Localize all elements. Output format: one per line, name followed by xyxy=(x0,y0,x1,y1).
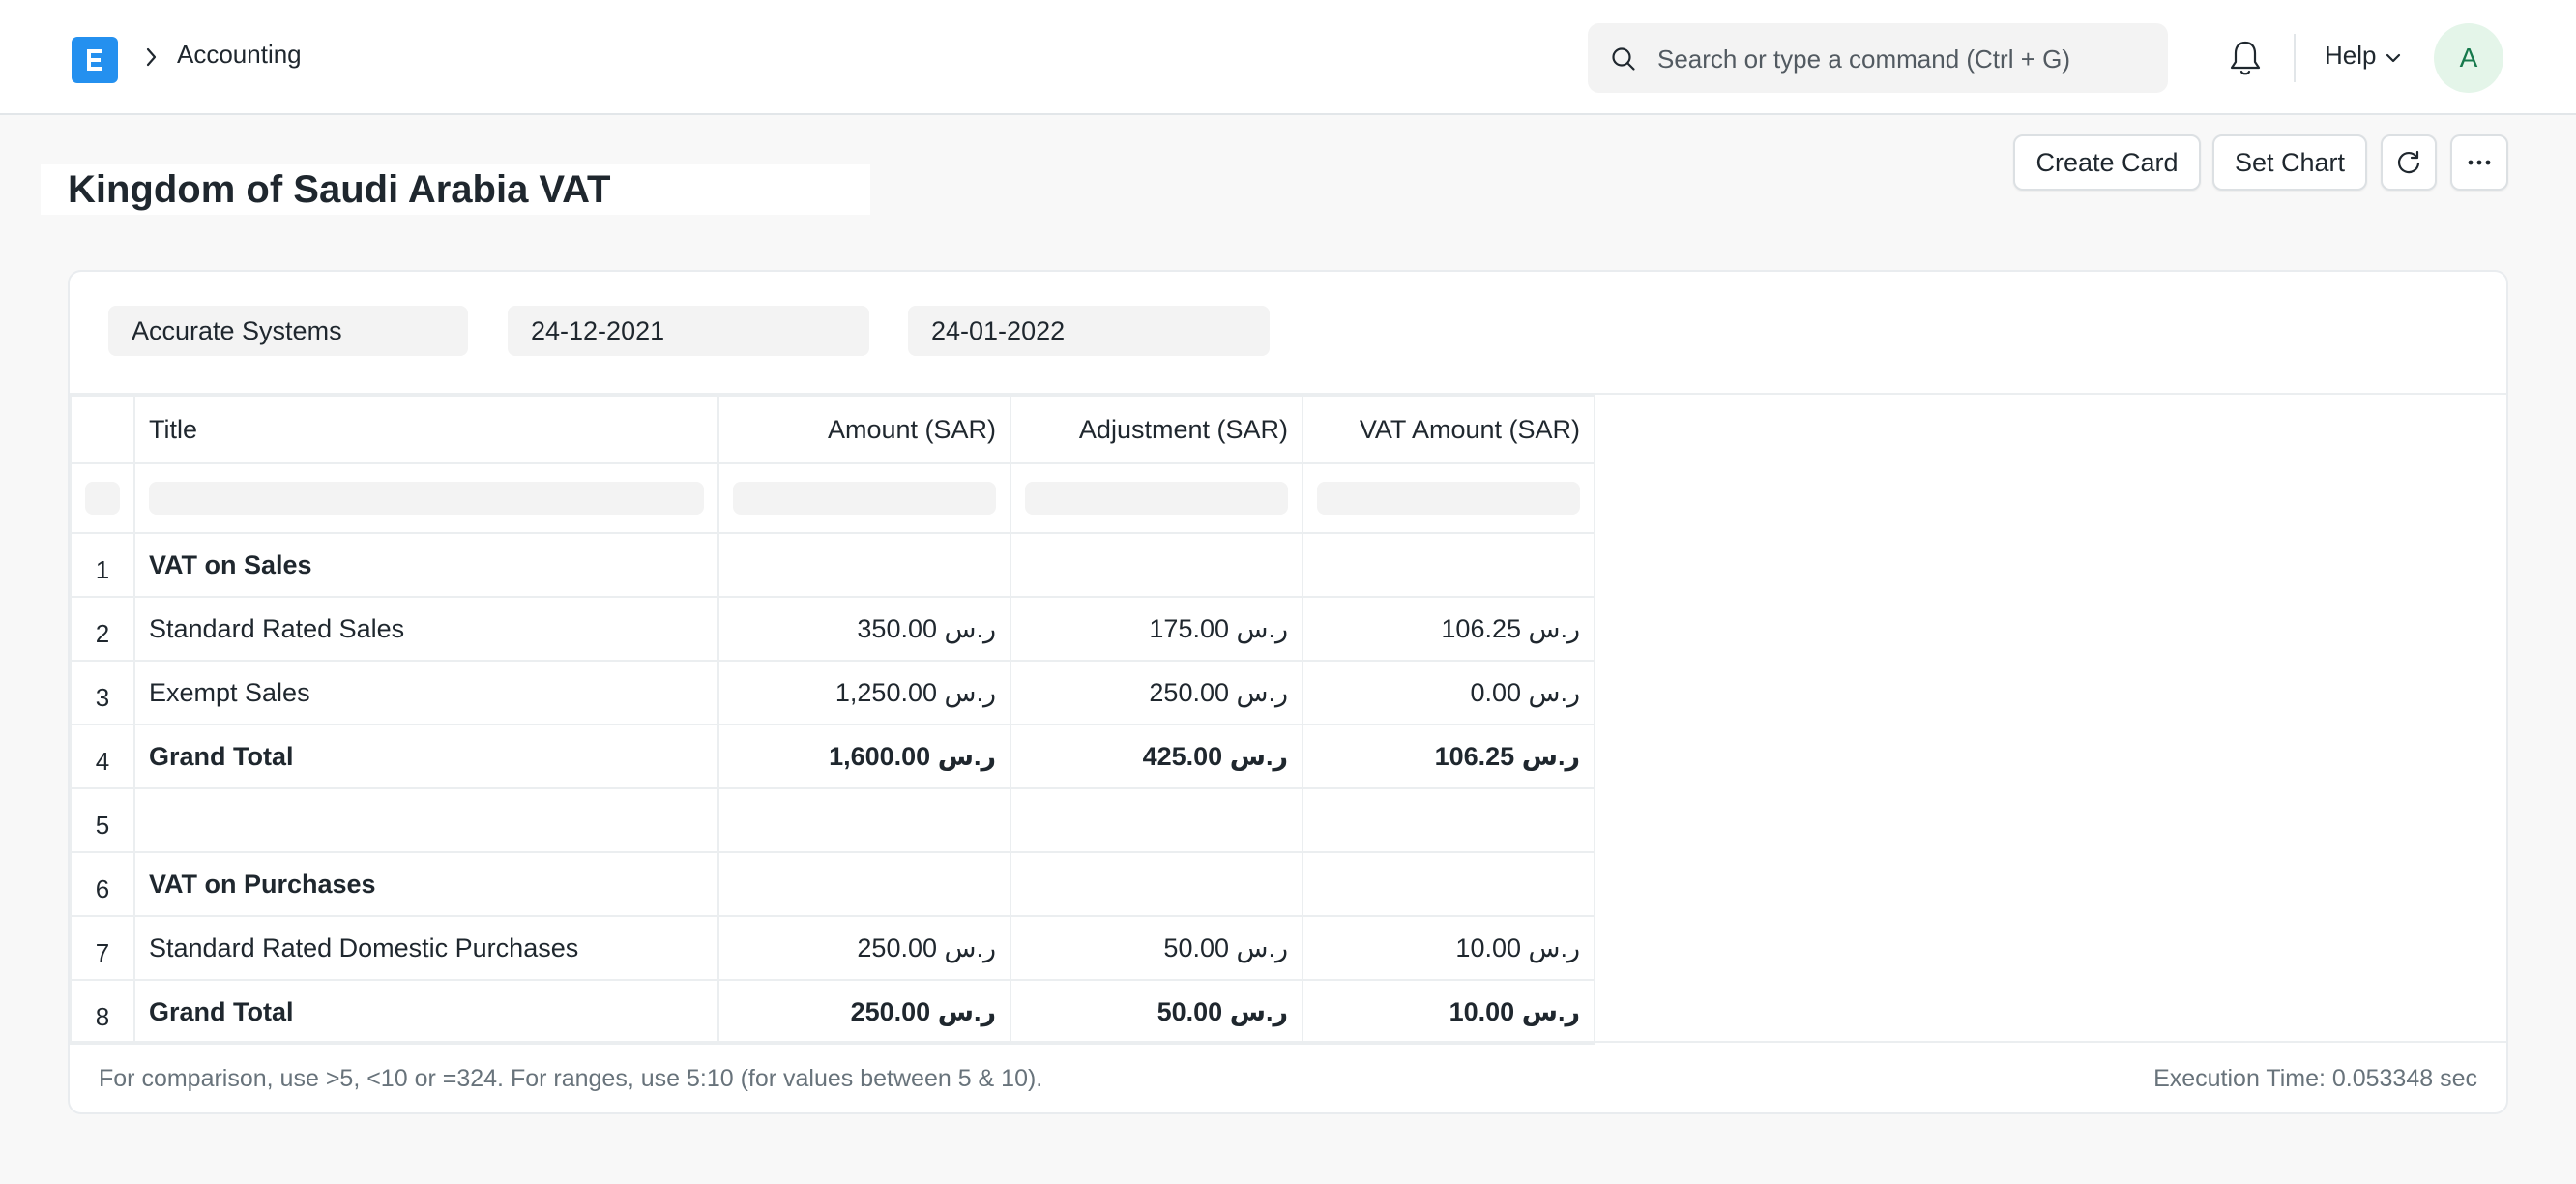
cell-adjustment[interactable] xyxy=(1010,851,1303,917)
cell-adjustment[interactable]: 425.00 ر.س xyxy=(1010,724,1303,789)
cell-title[interactable]: Standard Rated Domestic Purchases xyxy=(133,915,719,981)
cell-adjustment[interactable]: 175.00 ر.س xyxy=(1010,596,1303,662)
cell-amount[interactable] xyxy=(717,532,1011,598)
cell-title[interactable]: VAT on Purchases xyxy=(133,851,719,917)
cell-adjustment[interactable] xyxy=(1010,532,1303,598)
column-header-title[interactable]: Title xyxy=(133,395,719,464)
help-dropdown[interactable]: Help xyxy=(2325,41,2376,71)
cell-vat-amount[interactable]: 0.00 ر.س xyxy=(1302,660,1595,725)
table-row[interactable]: 7 Standard Rated Domestic Purchases 250.… xyxy=(70,915,1595,981)
cell-title[interactable]: Grand Total xyxy=(133,724,719,789)
row-number: 3 xyxy=(70,660,135,725)
logo-e-icon xyxy=(87,49,102,71)
vat-filter-cell xyxy=(1302,462,1595,534)
set-chart-button[interactable]: Set Chart xyxy=(2212,134,2367,191)
column-filter-input[interactable] xyxy=(85,482,120,515)
cell-amount[interactable]: 1,600.00 ر.س xyxy=(717,724,1011,789)
cell-amount[interactable] xyxy=(717,787,1011,853)
search-bar[interactable] xyxy=(1588,23,2168,95)
notification-bell-icon[interactable] xyxy=(2228,39,2263,77)
row-number: 5 xyxy=(70,787,135,853)
chevron-down-icon[interactable] xyxy=(2385,52,2402,64)
create-card-button[interactable]: Create Card xyxy=(2013,134,2201,191)
chevron-right-icon xyxy=(146,47,157,67)
column-filter-row xyxy=(70,462,1595,534)
cell-vat-amount[interactable] xyxy=(1302,851,1595,917)
column-filter-input[interactable] xyxy=(149,482,704,515)
refresh-icon xyxy=(2397,150,2420,174)
cell-vat-amount[interactable]: 106.25 ر.س xyxy=(1302,596,1595,662)
app-logo[interactable] xyxy=(72,37,118,83)
table-row[interactable]: 3 Exempt Sales 1,250.00 ر.س 250.00 ر.س 0… xyxy=(70,660,1595,725)
row-number: 4 xyxy=(70,724,135,789)
report-card: Accurate Systems 24-12-2021 24-01-2022 T… xyxy=(68,270,2508,1114)
column-header-adjustment[interactable]: Adjustment (SAR) xyxy=(1010,395,1303,464)
row-number: 8 xyxy=(70,979,135,1045)
cell-vat-amount[interactable] xyxy=(1302,787,1595,853)
cell-title[interactable]: Grand Total xyxy=(133,979,719,1045)
cell-amount[interactable]: 350.00 ر.س xyxy=(717,596,1011,662)
ellipsis-icon xyxy=(2468,160,2491,165)
company-filter[interactable]: Accurate Systems xyxy=(108,306,468,356)
table-row[interactable]: 2 Standard Rated Sales 350.00 ر.س 175.00… xyxy=(70,596,1595,662)
cell-amount[interactable]: 250.00 ر.س xyxy=(717,979,1011,1045)
table-row[interactable]: 6 VAT on Purchases xyxy=(70,851,1595,917)
more-actions-button[interactable] xyxy=(2450,134,2508,191)
title-filter-cell xyxy=(133,462,719,534)
to-date-filter[interactable]: 24-01-2022 xyxy=(908,306,1270,356)
breadcrumb-accounting[interactable]: Accounting xyxy=(177,40,302,70)
row-number: 2 xyxy=(70,596,135,662)
cell-vat-amount[interactable]: 106.25 ر.س xyxy=(1302,724,1595,789)
cell-amount[interactable]: 1,250.00 ر.س xyxy=(717,660,1011,725)
from-date-filter[interactable]: 24-12-2021 xyxy=(508,306,869,356)
page-title: Kingdom of Saudi Arabia VAT xyxy=(41,164,870,215)
column-header-vat-amount[interactable]: VAT Amount (SAR) xyxy=(1302,395,1595,464)
cell-amount[interactable] xyxy=(717,851,1011,917)
cell-adjustment[interactable] xyxy=(1010,787,1303,853)
cell-adjustment[interactable]: 250.00 ر.س xyxy=(1010,660,1303,725)
navbar: Accounting Help A xyxy=(0,0,2576,115)
filter-help-text: For comparison, use >5, <10 or =324. For… xyxy=(99,1065,1043,1092)
cell-adjustment[interactable]: 50.00 ر.س xyxy=(1010,915,1303,981)
user-avatar[interactable]: A xyxy=(2434,23,2503,93)
column-filter-input[interactable] xyxy=(1317,482,1580,515)
search-icon xyxy=(1612,47,1635,71)
report-table: Title Amount (SAR) Adjustment (SAR) VAT … xyxy=(70,395,1595,1045)
row-number: 1 xyxy=(70,532,135,598)
table-header-row: Title Amount (SAR) Adjustment (SAR) VAT … xyxy=(70,395,1595,464)
row-number: 6 xyxy=(70,851,135,917)
adjustment-filter-cell xyxy=(1010,462,1303,534)
cell-vat-amount[interactable] xyxy=(1302,532,1595,598)
amount-filter-cell xyxy=(717,462,1011,534)
refresh-button[interactable] xyxy=(2381,134,2437,191)
row-index-filter-cell xyxy=(70,462,135,534)
execution-time: Execution Time: 0.053348 sec xyxy=(2153,1065,2477,1092)
row-index-header xyxy=(70,395,135,464)
table-row[interactable]: 1 VAT on Sales xyxy=(70,532,1595,598)
cell-title[interactable]: Standard Rated Sales xyxy=(133,596,719,662)
column-filter-input[interactable] xyxy=(1025,482,1288,515)
cell-title[interactable] xyxy=(133,787,719,853)
table-row[interactable]: 4 Grand Total 1,600.00 ر.س 425.00 ر.س 10… xyxy=(70,724,1595,789)
cell-title[interactable]: Exempt Sales xyxy=(133,660,719,725)
cell-vat-amount[interactable]: 10.00 ر.س xyxy=(1302,915,1595,981)
navbar-divider xyxy=(2294,34,2296,82)
row-number: 7 xyxy=(70,915,135,981)
cell-adjustment[interactable]: 50.00 ر.س xyxy=(1010,979,1303,1045)
column-filter-input[interactable] xyxy=(733,482,996,515)
cell-title[interactable]: VAT on Sales xyxy=(133,532,719,598)
footer-divider xyxy=(70,1041,2506,1043)
table-row[interactable]: 5 xyxy=(70,787,1595,853)
table-row[interactable]: 8 Grand Total 250.00 ر.س 50.00 ر.س 10.00… xyxy=(70,979,1595,1045)
cell-vat-amount[interactable]: 10.00 ر.س xyxy=(1302,979,1595,1045)
column-header-amount[interactable]: Amount (SAR) xyxy=(717,395,1011,464)
search-input[interactable] xyxy=(1655,23,2152,95)
cell-amount[interactable]: 250.00 ر.س xyxy=(717,915,1011,981)
